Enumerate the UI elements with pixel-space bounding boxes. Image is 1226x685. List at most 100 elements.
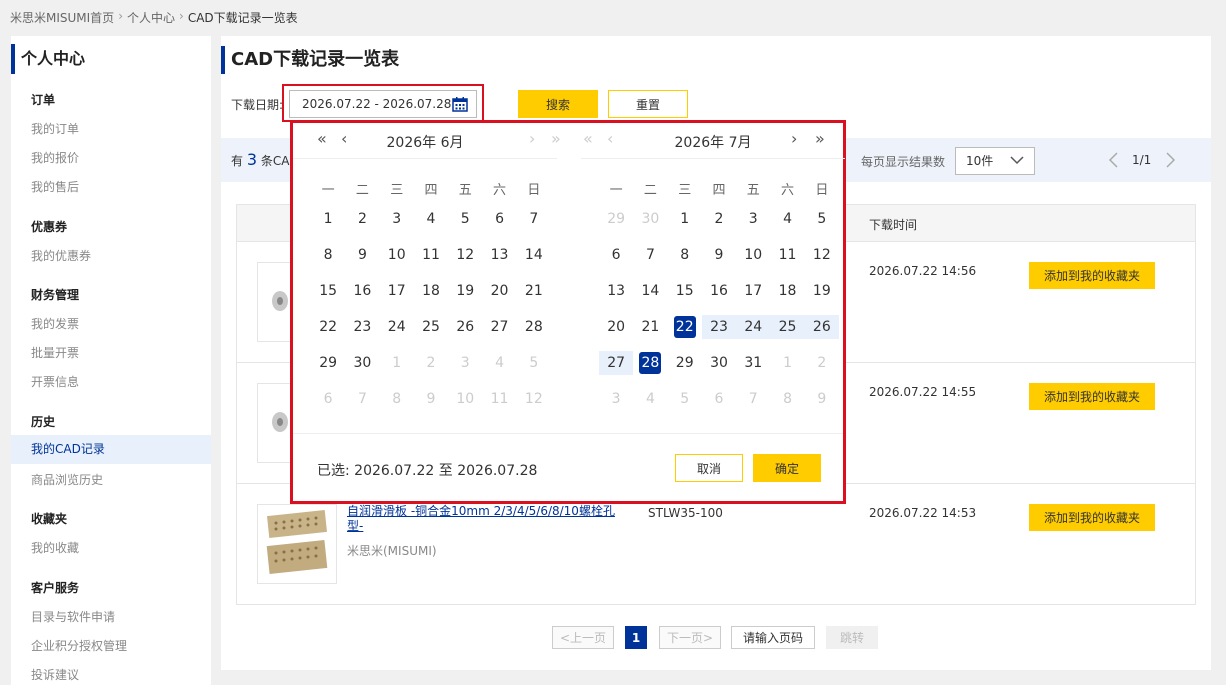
calendar-day[interactable]: 5 xyxy=(448,207,482,231)
calendar-day[interactable]: 17 xyxy=(380,279,414,303)
sidebar-item-my-quotes[interactable]: 我的报价 xyxy=(31,149,79,166)
calendar-day[interactable]: 31 xyxy=(736,351,770,375)
page-number-input[interactable]: 请输入页码 xyxy=(731,626,815,649)
per-page-select[interactable]: 10件 xyxy=(955,147,1035,175)
calendar-day[interactable]: 1 xyxy=(770,351,804,375)
calendar-day[interactable]: 23 xyxy=(345,315,379,339)
calendar-day[interactable]: 12 xyxy=(517,387,551,411)
calendar-day[interactable]: 9 xyxy=(414,387,448,411)
calendar-day[interactable]: 6 xyxy=(702,387,736,411)
sidebar-item-browse-history[interactable]: 商品浏览历史 xyxy=(31,471,103,488)
calendar-day[interactable]: 24 xyxy=(736,315,771,339)
calendar-day[interactable]: 30 xyxy=(702,351,736,375)
calendar-day[interactable]: 30 xyxy=(633,207,667,231)
calendar-day[interactable]: 15 xyxy=(311,279,345,303)
calendar-day[interactable]: 30 xyxy=(345,351,379,375)
calendar-day[interactable]: 16 xyxy=(702,279,736,303)
calendar-day[interactable]: 29 xyxy=(311,351,345,375)
calendar-day[interactable]: 26 xyxy=(448,315,482,339)
sidebar-item-invoice-info[interactable]: 开票信息 xyxy=(31,373,79,390)
calendar-day[interactable]: 20 xyxy=(599,315,633,339)
calendar-day[interactable]: 2 xyxy=(414,351,448,375)
calendar-day[interactable]: 5 xyxy=(805,207,839,231)
calendar-day[interactable]: 6 xyxy=(482,207,516,231)
calendar-day[interactable]: 27 xyxy=(599,351,634,375)
next-year-icon[interactable]: » xyxy=(815,129,825,148)
calendar-day[interactable]: 11 xyxy=(482,387,516,411)
search-button[interactable]: 搜索 xyxy=(518,90,598,118)
sidebar-item-my-coupons[interactable]: 我的优惠券 xyxy=(31,247,91,264)
calendar-day[interactable]: 23 xyxy=(701,315,737,339)
calendar-day[interactable]: 4 xyxy=(414,207,448,231)
calendar-day[interactable]: 19 xyxy=(448,279,482,303)
calendar-day[interactable]: 8 xyxy=(311,243,345,267)
calendar-day[interactable]: 13 xyxy=(599,279,633,303)
next-month-icon[interactable]: › xyxy=(791,129,797,148)
sidebar-item-catalog-request[interactable]: 目录与软件申请 xyxy=(31,608,115,625)
calendar-day[interactable]: 10 xyxy=(736,243,770,267)
calendar-day[interactable]: 9 xyxy=(702,243,736,267)
calendar-day[interactable]: 2 xyxy=(345,207,379,231)
sidebar-item-points-authorization[interactable]: 企业积分授权管理 xyxy=(31,637,127,654)
calendar-day[interactable]: 28 xyxy=(517,315,551,339)
calendar-day[interactable]: 17 xyxy=(736,279,770,303)
calendar-day[interactable]: 4 xyxy=(482,351,516,375)
calendar-day[interactable]: 26 xyxy=(804,315,839,339)
calendar-day[interactable]: 7 xyxy=(345,387,379,411)
calendar-day[interactable]: 1 xyxy=(311,207,345,231)
sidebar-item-bulk-invoicing[interactable]: 批量开票 xyxy=(31,344,79,361)
calendar-day[interactable]: 8 xyxy=(668,243,702,267)
calendar-day[interactable]: 10 xyxy=(448,387,482,411)
sidebar-item-complaints[interactable]: 投诉建议 xyxy=(31,666,79,683)
next-year-icon[interactable]: » xyxy=(551,129,561,148)
calendar-day[interactable]: 29 xyxy=(668,351,702,375)
pager-prev-button[interactable]: <上一页 xyxy=(552,626,614,649)
calendar-day[interactable]: 7 xyxy=(633,243,667,267)
calendar-day[interactable]: 25 xyxy=(770,315,805,339)
calendar-day[interactable]: 19 xyxy=(805,279,839,303)
sidebar-item-my-cad-records[interactable]: 我的CAD记录 xyxy=(11,435,211,464)
calendar-day[interactable]: 11 xyxy=(414,243,448,267)
pager-go-button[interactable]: 跳转 xyxy=(826,626,878,649)
confirm-button[interactable]: 确定 xyxy=(753,454,821,482)
calendar-day[interactable]: 3 xyxy=(599,387,633,411)
sidebar-item-my-favorites[interactable]: 我的收藏 xyxy=(31,539,79,556)
calendar-day[interactable]: 8 xyxy=(770,387,804,411)
next-page-icon[interactable] xyxy=(1163,152,1177,168)
add-to-favorites-button[interactable]: 添加到我的收藏夹 xyxy=(1029,383,1155,410)
calendar-day[interactable]: 16 xyxy=(345,279,379,303)
calendar-day[interactable]: 9 xyxy=(805,387,839,411)
calendar-day[interactable]: 9 xyxy=(345,243,379,267)
calendar-day[interactable]: 21 xyxy=(633,315,667,339)
calendar-day[interactable]: 2 xyxy=(805,351,839,375)
calendar-day[interactable]: 10 xyxy=(380,243,414,267)
cancel-button[interactable]: 取消 xyxy=(675,454,743,482)
sidebar-item-after-sales[interactable]: 我的售后 xyxy=(31,178,79,195)
breadcrumb-home[interactable]: 米思米MISUMI首页 xyxy=(10,9,114,26)
calendar-day[interactable]: 22 xyxy=(311,315,345,339)
sidebar-item-my-orders[interactable]: 我的订单 xyxy=(31,120,79,137)
calendar-day[interactable]: 29 xyxy=(599,207,633,231)
calendar-day[interactable]: 15 xyxy=(668,279,702,303)
sidebar-item-my-invoices[interactable]: 我的发票 xyxy=(31,315,79,332)
calendar-day[interactable]: 6 xyxy=(311,387,345,411)
calendar-day[interactable]: 4 xyxy=(633,387,667,411)
calendar-day[interactable]: 3 xyxy=(736,207,770,231)
add-to-favorites-button[interactable]: 添加到我的收藏夹 xyxy=(1029,262,1155,289)
pager-next-button[interactable]: 下一页> xyxy=(659,626,721,649)
breadcrumb-personal-center[interactable]: 个人中心 xyxy=(127,9,175,26)
calendar-day[interactable]: 25 xyxy=(414,315,448,339)
calendar-day[interactable]: 14 xyxy=(633,279,667,303)
calendar-day[interactable]: 7 xyxy=(517,207,551,231)
calendar-day[interactable]: 13 xyxy=(482,243,516,267)
calendar-day[interactable]: 12 xyxy=(448,243,482,267)
calendar-day[interactable]: 22 xyxy=(667,315,702,339)
calendar-day[interactable]: 7 xyxy=(736,387,770,411)
calendar-day[interactable]: 18 xyxy=(770,279,804,303)
product-name-link[interactable]: 自润滑滑板 -铜合金10mm 2/3/4/5/6/8/10螺栓孔型- xyxy=(347,504,627,534)
calendar-day[interactable]: 20 xyxy=(482,279,516,303)
pager-current-page[interactable]: 1 xyxy=(625,626,647,649)
product-thumbnail[interactable] xyxy=(257,504,337,584)
add-to-favorites-button[interactable]: 添加到我的收藏夹 xyxy=(1029,504,1155,531)
calendar-day[interactable]: 5 xyxy=(668,387,702,411)
